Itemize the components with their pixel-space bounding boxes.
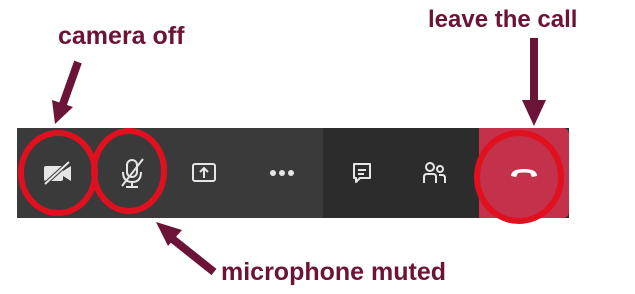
microphone-arrow [156,222,217,276]
leave-call-button[interactable] [479,128,569,218]
call-toolbar [17,128,569,218]
chat-icon [351,161,373,185]
share-screen-button[interactable] [181,128,227,218]
camera-toggle-button[interactable] [29,128,87,218]
chat-button[interactable] [339,128,385,218]
camera-off-icon [42,160,74,186]
camera-arrow [52,60,82,124]
participants-button[interactable] [411,128,457,218]
share-screen-icon [191,161,217,185]
microphone-toggle-button[interactable] [105,128,159,218]
camera-off-annotation: camera off [58,22,185,50]
more-options-icon [269,169,295,177]
hang-up-icon [509,166,539,180]
participants-icon [421,160,447,186]
more-options-button[interactable] [257,128,307,218]
mic-muted-icon [118,157,146,189]
leave-arrow [522,38,546,126]
microphone-muted-annotation: microphone muted [221,258,447,286]
leave-call-annotation: leave the call [428,6,578,33]
